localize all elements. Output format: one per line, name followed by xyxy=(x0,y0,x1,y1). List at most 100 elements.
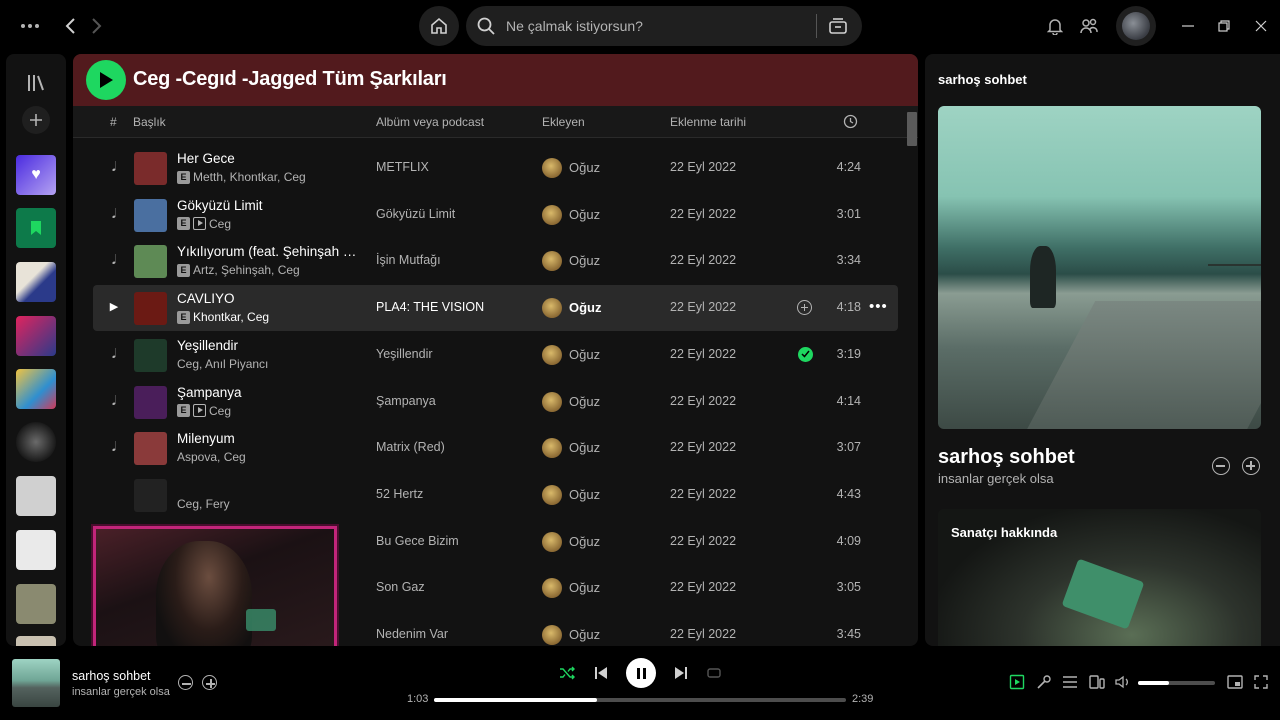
track-row[interactable]: 𝅘𝅥 Gökyüzü Limit E Ceg Gökyüzü Limit Oğuz 22 E… xyxy=(93,192,898,238)
now-playing-artist[interactable]: insanlar gerçek olsa xyxy=(938,471,1054,486)
connect-device-icon[interactable] xyxy=(1088,673,1106,691)
library-playlist-item[interactable] xyxy=(16,636,56,646)
track-artists[interactable]: Metth, Khontkar, Ceg xyxy=(193,170,306,184)
track-row[interactable]: 𝅘𝅥 Yeşillendir Ceg, Anıl Piyancı Yeşillendi… xyxy=(93,332,898,378)
progress-bar[interactable] xyxy=(434,698,846,702)
track-title[interactable]: Gökyüzü Limit xyxy=(177,198,263,213)
player-track-artist[interactable]: insanlar gerçek olsa xyxy=(72,686,170,698)
fullscreen-icon[interactable] xyxy=(1252,673,1270,691)
track-title[interactable]: Yeşillendir xyxy=(177,338,238,353)
user-avatar[interactable] xyxy=(1116,6,1156,46)
added-by-name[interactable]: Oğuz xyxy=(569,487,600,502)
column-album[interactable]: Albüm veya podcast xyxy=(376,115,484,129)
added-by-name[interactable]: Oğuz xyxy=(569,534,600,549)
player-add-icon[interactable] xyxy=(202,675,217,690)
about-artist-card[interactable]: Sanatçı hakkında xyxy=(938,509,1261,646)
library-playlist-item[interactable] xyxy=(16,530,56,570)
library-playlist-item[interactable] xyxy=(16,369,56,409)
clock-icon[interactable] xyxy=(843,114,858,129)
saved-episodes-item[interactable] xyxy=(16,208,56,248)
track-album[interactable]: İşin Mutfağı xyxy=(376,253,441,267)
liked-songs-item[interactable]: ♥ xyxy=(16,155,56,195)
library-playlist-item[interactable] xyxy=(16,584,56,624)
library-artist-item[interactable] xyxy=(16,422,56,462)
notifications-bell-icon[interactable] xyxy=(1045,16,1065,36)
now-playing-title[interactable]: sarhoş sohbet xyxy=(938,446,1075,469)
more-options-icon[interactable]: ••• xyxy=(869,298,888,315)
added-by-name[interactable]: Oğuz xyxy=(569,253,600,268)
library-playlist-item[interactable] xyxy=(16,316,56,356)
shuffle-icon[interactable] xyxy=(558,664,576,682)
column-number[interactable]: # xyxy=(110,115,117,129)
search-bar[interactable]: Ne çalmak istiyorsun? xyxy=(466,6,862,46)
browse-icon[interactable] xyxy=(828,16,848,36)
column-title[interactable]: Başlık xyxy=(133,115,166,129)
now-playing-view-icon[interactable] xyxy=(1008,673,1026,691)
track-album[interactable]: Gökyüzü Limit xyxy=(376,207,455,221)
player-remove-icon[interactable] xyxy=(178,675,193,690)
track-artists[interactable]: Ceg xyxy=(209,217,231,231)
track-title[interactable]: Milenyum xyxy=(177,431,235,446)
liked-check-icon[interactable] xyxy=(798,346,813,362)
lyrics-mic-icon[interactable] xyxy=(1035,673,1053,691)
track-row[interactable]: Ceg, Fery 52 Hertz Oğuz 22 Eyl 2022 4:43 xyxy=(93,472,898,518)
track-album[interactable]: PLA4: THE VISION xyxy=(376,300,484,314)
track-artists[interactable]: Khontkar, Ceg xyxy=(193,310,269,324)
added-by-name[interactable]: Oğuz xyxy=(569,627,600,642)
remove-from-library-icon[interactable] xyxy=(1212,457,1230,475)
forward-arrow-icon[interactable] xyxy=(87,15,107,37)
column-added-by[interactable]: Ekleyen xyxy=(542,115,585,129)
close-window-icon[interactable] xyxy=(1251,16,1271,36)
track-album[interactable]: Matrix (Red) xyxy=(376,440,445,454)
track-artists[interactable]: Ceg, Anıl Piyancı xyxy=(177,357,268,371)
add-to-liked-icon[interactable] xyxy=(797,300,812,316)
restore-window-icon[interactable] xyxy=(1214,16,1234,36)
player-cover-art[interactable] xyxy=(12,659,60,707)
repeat-icon[interactable] xyxy=(705,664,723,682)
volume-icon[interactable] xyxy=(1114,673,1132,691)
track-album[interactable]: 52 Hertz xyxy=(376,487,423,501)
track-title[interactable]: Yıkılıyorum (feat. Şehinşah & Ceg) xyxy=(177,244,359,259)
more-options-icon[interactable] xyxy=(18,16,42,36)
track-title[interactable]: CAVLIYO xyxy=(177,291,235,306)
previous-track-icon[interactable] xyxy=(592,664,610,682)
added-by-name[interactable]: Oğuz xyxy=(569,347,600,362)
track-artists[interactable]: Ceg xyxy=(209,404,231,418)
added-by-name[interactable]: Oğuz xyxy=(569,440,600,455)
minimize-window-icon[interactable] xyxy=(1178,16,1198,36)
added-by-name[interactable]: Oğuz xyxy=(569,300,602,315)
added-by-name[interactable]: Oğuz xyxy=(569,207,600,222)
track-artists[interactable]: Ceg, Fery xyxy=(177,497,230,511)
track-album[interactable]: Yeşillendir xyxy=(376,347,433,361)
create-playlist-button[interactable] xyxy=(22,106,50,134)
track-album[interactable]: Nedenim Var xyxy=(376,627,448,641)
volume-slider[interactable] xyxy=(1138,681,1215,685)
friend-activity-icon[interactable] xyxy=(1078,16,1100,36)
added-by-name[interactable]: Oğuz xyxy=(569,580,600,595)
player-track-title[interactable]: sarhoş sohbet xyxy=(72,669,151,683)
add-to-playlist-icon[interactable] xyxy=(1242,457,1260,475)
added-by-name[interactable]: Oğuz xyxy=(569,394,600,409)
library-icon[interactable] xyxy=(25,72,47,94)
next-track-icon[interactable] xyxy=(672,664,690,682)
home-button[interactable] xyxy=(419,6,459,46)
track-artists[interactable]: Artz, Şehinşah, Ceg xyxy=(193,263,300,277)
library-playlist-item[interactable] xyxy=(16,476,56,516)
pause-button[interactable] xyxy=(626,658,656,688)
miniplayer-icon[interactable] xyxy=(1226,673,1244,691)
track-row[interactable]: 𝅘𝅥 Her Gece E Metth, Khontkar, Ceg METFLIX Oğ… xyxy=(93,145,898,191)
track-album[interactable]: METFLIX xyxy=(376,160,429,174)
queue-icon[interactable] xyxy=(1061,673,1079,691)
row-play-icon[interactable]: ▶ xyxy=(107,300,121,313)
added-by-name[interactable]: Oğuz xyxy=(569,160,600,175)
track-album[interactable]: Şampanya xyxy=(376,394,436,408)
back-arrow-icon[interactable] xyxy=(60,15,80,37)
track-artists[interactable]: Aspova, Ceg xyxy=(177,450,246,464)
search-input[interactable]: Ne çalmak istiyorsun? xyxy=(506,18,643,34)
play-playlist-button[interactable] xyxy=(86,60,126,100)
track-album[interactable]: Bu Gece Bizim xyxy=(376,534,459,548)
track-album[interactable]: Son Gaz xyxy=(376,580,425,594)
scrollbar-thumb[interactable] xyxy=(907,112,917,146)
track-title[interactable]: Her Gece xyxy=(177,151,235,166)
track-row[interactable]: 𝅘𝅥 Şampanya E Ceg Şampanya Oğuz 22 Eyl 2022 4:1… xyxy=(93,379,898,425)
